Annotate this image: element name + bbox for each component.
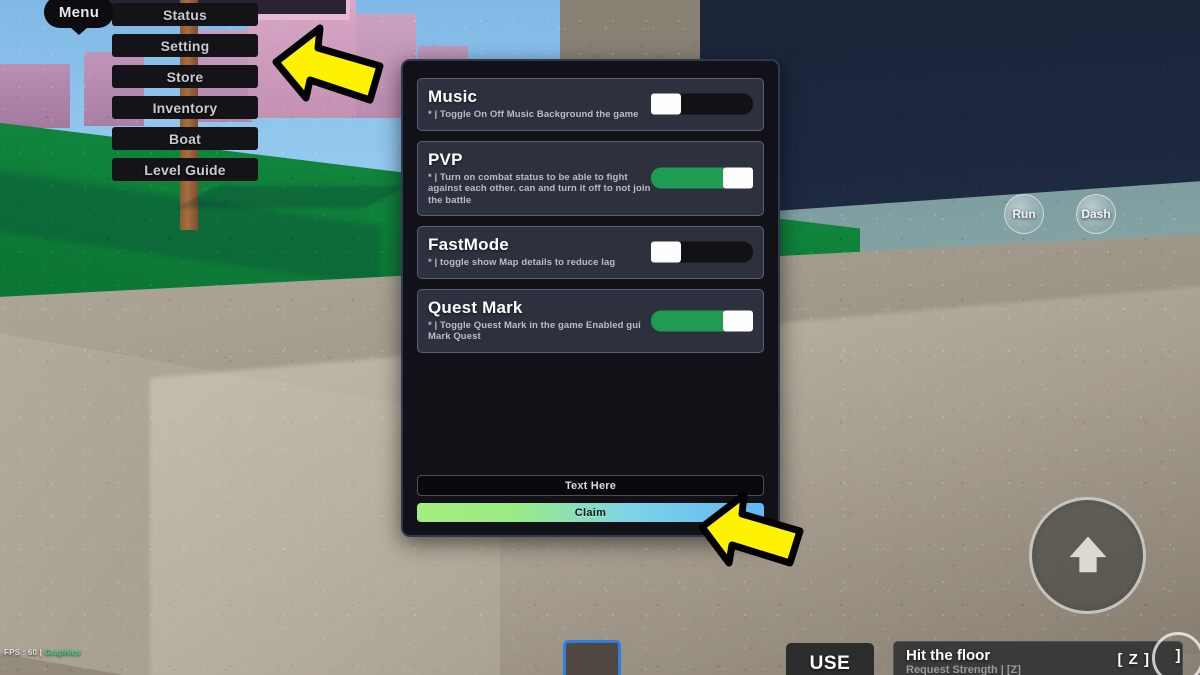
fps-counter: FPS : 60 | Graphics xyxy=(4,648,81,657)
up-arrow-icon xyxy=(1069,536,1106,572)
fps-separator: | xyxy=(39,648,43,657)
menu-item-store[interactable]: Store xyxy=(112,65,258,88)
code-input-value: Text Here xyxy=(564,479,617,492)
jump-button[interactable] xyxy=(1029,497,1146,614)
menu-item-setting[interactable]: Setting xyxy=(112,34,258,57)
menu-item-inventory[interactable]: Inventory xyxy=(112,96,258,119)
pointer-arrow-claim xyxy=(686,489,806,569)
settings-panel: Music * | Toggle On Off Music Background… xyxy=(401,59,780,537)
menu-item-label: Setting xyxy=(160,37,210,54)
menu-item-label: Inventory xyxy=(152,99,218,116)
run-button[interactable]: Run xyxy=(1004,194,1044,234)
setting-description: * | Turn on combat status to be able to … xyxy=(428,171,651,206)
use-button[interactable]: USE xyxy=(786,643,874,675)
menu-badge[interactable]: Menu xyxy=(44,0,114,28)
run-button-label: Run xyxy=(1012,207,1036,221)
toggle-knob xyxy=(651,241,681,263)
menu-item-label: Level Guide xyxy=(144,161,226,178)
dash-button-label: Dash xyxy=(1081,207,1111,221)
hotbar-slot-combat[interactable]: Combat xyxy=(563,640,621,675)
setting-title: PVP xyxy=(428,149,463,169)
music-toggle[interactable] xyxy=(651,93,753,115)
menu-item-label: Store xyxy=(166,68,204,85)
pointer-arrow-setting xyxy=(258,22,386,104)
dash-button[interactable]: Dash xyxy=(1076,194,1116,234)
claim-button-label: Claim xyxy=(574,506,607,519)
quest-mark-toggle[interactable] xyxy=(651,310,753,331)
key-ring-label: ] xyxy=(1175,647,1181,664)
toggle-knob xyxy=(723,167,753,189)
menu-item-level-guide[interactable]: Level Guide xyxy=(112,158,258,181)
setting-description: * | toggle show Map details to reduce la… xyxy=(428,257,616,268)
pvp-toggle[interactable] xyxy=(651,167,753,189)
menu-badge-label: Menu xyxy=(58,3,100,21)
menu-item-label: Status xyxy=(163,6,207,23)
setting-row-music: Music * | Toggle On Off Music Background… xyxy=(417,78,764,131)
setting-description: * | Toggle Quest Mark in the game Enable… xyxy=(428,319,641,343)
menu-item-boat[interactable]: Boat xyxy=(112,127,258,150)
setting-row-quest-mark: Quest Mark * | Toggle Quest Mark in the … xyxy=(417,288,764,353)
setting-row-pvp: PVP * | Turn on combat status to be able… xyxy=(417,140,764,216)
use-button-label: USE xyxy=(809,653,851,674)
action-prompt: Hit the floor Request Strength | [Z] [ Z… xyxy=(893,641,1183,675)
action-prompt-key: [ Z ] xyxy=(1117,651,1150,668)
menu-list: Status Setting Store Inventory Boat Leve… xyxy=(112,3,258,189)
fastmode-toggle[interactable] xyxy=(651,241,753,263)
toggle-knob xyxy=(723,310,753,331)
setting-row-fastmode: FastMode * | toggle show Map details to … xyxy=(417,226,764,279)
toggle-knob xyxy=(651,93,681,115)
settings-rows: Music * | Toggle On Off Music Background… xyxy=(403,61,778,353)
graphics-label: Graphics xyxy=(44,648,81,657)
setting-description: * | Toggle On Off Music Background the g… xyxy=(428,109,639,120)
key-ring-indicator: ] xyxy=(1152,632,1200,675)
menu-item-label: Boat xyxy=(169,130,201,147)
menu-item-status[interactable]: Status xyxy=(112,3,258,26)
fps-value: FPS : 60 xyxy=(4,648,38,657)
